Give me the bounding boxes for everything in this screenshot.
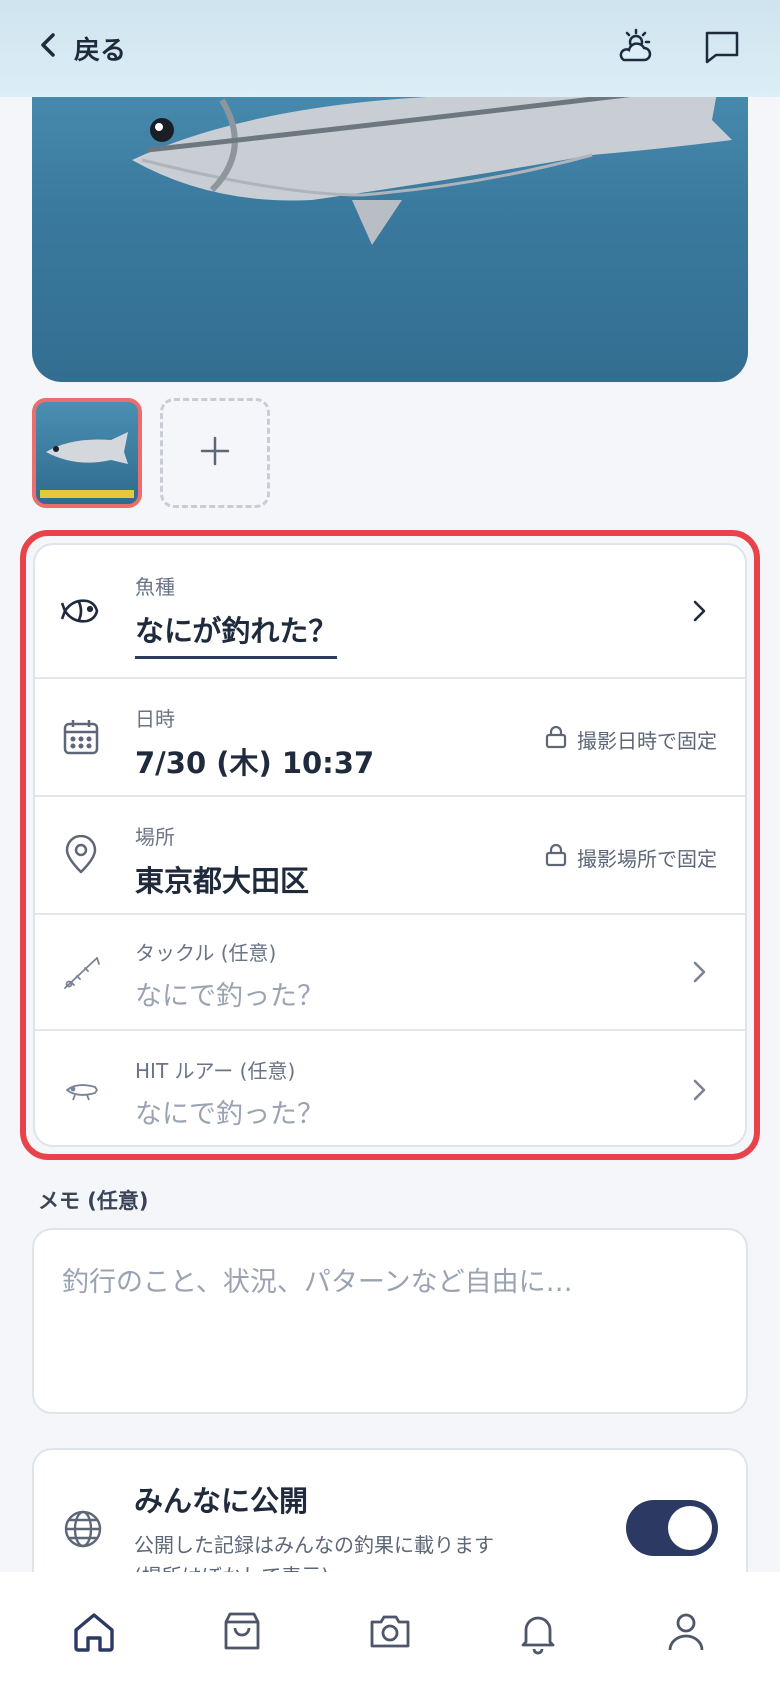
chevron-right-icon: [691, 1077, 709, 1103]
plus-icon: [198, 434, 232, 472]
chevron-left-icon: [38, 32, 60, 65]
chevron-right-icon: [691, 598, 709, 624]
public-title: みんなに公開: [134, 1484, 309, 1518]
back-button[interactable]: 戻る: [38, 30, 126, 67]
location-pin-icon: [61, 834, 101, 875]
public-desc-line1: 公開した記録はみんなの釣果に載ります: [134, 1533, 494, 1557]
calendar-icon: [61, 717, 101, 757]
datetime-lock-text: 撮影日時で固定: [577, 729, 717, 753]
photo-thumbnail[interactable]: [32, 398, 142, 508]
catch-photo[interactable]: [32, 60, 748, 382]
species-label: 魚種: [135, 575, 175, 599]
lure-label: HIT ルアー (任意): [135, 1059, 296, 1083]
place-row: 場所 東京都大田区 撮影場所で固定: [35, 797, 745, 915]
camera-icon[interactable]: [366, 1608, 414, 1656]
memo-label: メモ (任意): [38, 1189, 149, 1213]
bell-icon[interactable]: [514, 1608, 562, 1656]
memo-textarea[interactable]: 釣行のこと、状況、パターンなど自由に…: [32, 1228, 748, 1414]
tackle-label: タックル (任意): [135, 941, 277, 965]
fishing-rod-icon: [61, 952, 101, 992]
fish-icon: [60, 591, 101, 631]
lure-row[interactable]: HIT ルアー (任意) なにで釣った？: [35, 1031, 745, 1145]
chevron-right-icon: [691, 959, 709, 985]
lure-placeholder: なにで釣った？: [135, 1099, 324, 1130]
lock-icon: [545, 725, 567, 754]
species-value: なにが釣れた？: [135, 608, 338, 659]
species-row[interactable]: 魚種 なにが釣れた？: [35, 545, 745, 679]
home-icon[interactable]: [70, 1608, 118, 1656]
place-label: 場所: [135, 825, 175, 849]
lock-icon: [545, 843, 567, 872]
toggle-knob: [668, 1506, 712, 1550]
catch-form-card: 魚種 なにが釣れた？ 日時 7/30 (木) 10:37 撮影日時で固定 場所 …: [33, 543, 747, 1147]
user-icon[interactable]: [662, 1608, 710, 1656]
lure-icon: [61, 1070, 101, 1110]
chat-icon[interactable]: [702, 27, 742, 71]
bag-icon[interactable]: [218, 1608, 266, 1656]
public-toggle[interactable]: [626, 1500, 718, 1556]
datetime-value: 7/30 (木) 10:37: [135, 746, 375, 780]
weather-icon[interactable]: [616, 27, 656, 71]
bottom-nav: [0, 1572, 780, 1688]
place-lock-text: 撮影場所で固定: [577, 847, 717, 871]
add-photo-button[interactable]: [160, 398, 270, 508]
memo-placeholder: 釣行のこと、状況、パターンなど自由に…: [62, 1267, 573, 1298]
datetime-lock: 撮影日時で固定: [545, 725, 717, 754]
tackle-placeholder: なにで釣った？: [135, 981, 324, 1012]
place-value: 東京都大田区: [135, 864, 310, 898]
tackle-row[interactable]: タックル (任意) なにで釣った？: [35, 915, 745, 1031]
place-lock: 撮影場所で固定: [545, 843, 717, 872]
datetime-row: 日時 7/30 (木) 10:37 撮影日時で固定: [35, 679, 745, 797]
datetime-label: 日時: [135, 707, 175, 731]
back-label: 戻る: [74, 36, 127, 66]
globe-icon: [62, 1508, 104, 1550]
top-bar: 戻る: [0, 0, 780, 97]
